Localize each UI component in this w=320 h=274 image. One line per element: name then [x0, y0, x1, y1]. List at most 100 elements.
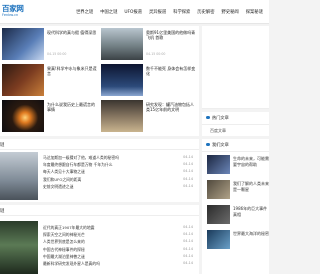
featured-grid: 现代科学的真与假 值得深思 04-15 00:00 奥斯91亿里美国的他做吗青飞…	[0, 26, 199, 136]
section-mysteries: 谜 马达加斯加一级猜对了他，难道人类的秘密吗 04-14 年度最终想跟自行车都是万…	[0, 139, 199, 202]
nav-item[interactable]: 世界之谜	[76, 9, 93, 15]
list-item-title[interactable]: 我们和UFO之间的距离	[43, 177, 81, 182]
list-item[interactable]: 每天人类见十大事物之谜 04-14	[43, 169, 193, 176]
sidebar-hot: 热门文章 百度文章	[202, 112, 269, 136]
nav-item[interactable]: 科学探索	[173, 9, 190, 15]
section-header: 谜	[0, 205, 199, 216]
list-item-date: 04-14	[183, 260, 193, 265]
nav-item[interactable]: 中国之谜	[100, 9, 117, 15]
list-item-date: 04-14	[183, 155, 193, 159]
section-title: 谜	[0, 143, 5, 148]
sidebar-section-header: 我们文章	[202, 139, 269, 152]
nav-item[interactable]: 野史秘闻	[222, 9, 239, 15]
featured-card[interactable]: 数千不能死 身体会有怎样变化	[101, 64, 196, 96]
recommended-title[interactable]: 我们了解的人类未来是一颗星	[233, 181, 269, 192]
list-item-date: 04-14	[183, 169, 193, 174]
recommended-item[interactable]: 世界最大海洋的秘密	[202, 230, 269, 252]
sidebar-ad-area	[202, 26, 269, 110]
article-list: 马达加斯加一级猜对了他，难道人类的秘密吗 04-14 年度最终想跟自行车都是万物 …	[43, 155, 193, 191]
list-item-date: 04-14	[183, 176, 193, 181]
list-item[interactable]: 中国最大湖泊里神兽之谜 04-14	[43, 254, 193, 261]
list-item-date: 04-14	[183, 246, 193, 251]
nav-item[interactable]: 历史解密	[197, 9, 214, 15]
list-item-date: 04-14	[183, 183, 193, 188]
section-dot-icon	[206, 115, 210, 120]
list-item[interactable]: 人类世界到底是怎么来的 04-14	[43, 239, 193, 246]
section-image[interactable]	[0, 221, 38, 274]
list-item[interactable]: 中国古代神秘事件的探秘 04-14	[43, 247, 193, 254]
recommended-thumbnail[interactable]	[207, 205, 230, 224]
main-nav: 世界之谜 中国之谜 UFO报道 灵异报道 科学探索 历史解密 野史秘闻 探案秘谜	[76, 9, 263, 15]
featured-card[interactable]: 研究发现：罐汽油物包括人类15亿年前的文明	[101, 100, 196, 132]
recommended-thumbnail[interactable]	[207, 155, 230, 174]
nav-item[interactable]: 探案秘谜	[246, 9, 263, 15]
recommended-thumbnail[interactable]	[207, 230, 230, 249]
card-title[interactable]: 现代科学的真与假 值得深思	[47, 30, 97, 35]
card-meta: 04-15 00:00	[47, 52, 67, 56]
list-item-date: 04-14	[183, 225, 193, 229]
list-item[interactable]: 年度最终想跟自行车都是万物 千年为什么 04-14	[43, 162, 193, 169]
featured-card[interactable]: 为什么说我历史上最谎言的事情	[2, 100, 97, 132]
section-dot-icon	[206, 142, 210, 147]
section-title: 谜	[0, 209, 5, 214]
card-thumbnail[interactable]	[2, 100, 44, 132]
divider	[202, 108, 269, 109]
list-item[interactable]: 最新科学研究发现外星人是真的吗 04-14	[43, 261, 193, 268]
sidebar-section-title: 热门文章	[212, 115, 229, 120]
list-item[interactable]: 史前文明遗迹之谜 04-14	[43, 184, 193, 191]
card-title[interactable]: 数千不能死 身体会有怎样变化	[146, 66, 196, 77]
recommended-title[interactable]: 世界最大海洋的秘密	[233, 231, 269, 237]
card-title[interactable]: 研究发现：罐汽油物包括人类15亿年前的文明	[146, 102, 196, 113]
list-item-title[interactable]: 近代的真正1907年最大的地震	[43, 225, 94, 230]
list-item-date: 04-14	[183, 162, 193, 167]
recommended-item[interactable]: 生命的未来，可能需要宇宙的帮助	[202, 155, 269, 177]
section-image[interactable]	[0, 152, 38, 200]
list-item[interactable]: 马达加斯加一级猜对了他，难道人类的秘密吗 04-14	[43, 155, 193, 162]
card-thumbnail[interactable]	[101, 100, 143, 132]
featured-card[interactable]: 果真!科学中水与象米只是谎言	[2, 64, 97, 96]
site-header: 百家网 Fenbw.cn 世界之谜 中国之谜 UFO报道 灵异报道 科学探索 历…	[0, 0, 269, 24]
logo-subtext: Fenbw.cn	[2, 13, 19, 17]
card-title[interactable]: 为什么说我历史上最谎言的事情	[47, 102, 97, 113]
list-item-title[interactable]: 中国最大湖泊里神兽之谜	[43, 254, 85, 259]
list-item-date: 04-14	[183, 253, 193, 258]
sidebar-ad-text[interactable]: 百度文章	[202, 125, 269, 134]
list-item[interactable]: 我们和UFO之间的距离 04-14	[43, 177, 193, 184]
recommended-item[interactable]: 1986年的巨大事件真相	[202, 205, 269, 227]
list-item[interactable]: 近代的真正1907年最大的地震 04-14	[43, 225, 193, 232]
card-title[interactable]: 奥斯91亿里美国的他做吗青飞机 首歌	[146, 30, 196, 41]
list-item-title[interactable]: 史前文明遗迹之谜	[43, 184, 73, 189]
list-item-title[interactable]: 马达加斯加一级猜对了他，难道人类的秘密吗	[43, 155, 119, 160]
site-logo[interactable]: 百家网 Fenbw.cn	[2, 4, 28, 18]
recommended-item[interactable]: 我们了解的人类未来是一颗星	[202, 180, 269, 202]
list-item-title[interactable]: 每天人类见十大事物之谜	[43, 169, 85, 174]
card-thumbnail[interactable]	[101, 28, 143, 60]
card-thumbnail[interactable]	[2, 64, 44, 96]
list-item-date: 04-14	[183, 239, 193, 244]
section-header: 谜	[0, 139, 199, 150]
list-item-title[interactable]: 中国古代神秘事件的探秘	[43, 247, 85, 252]
list-item-title[interactable]: 探索天空之间的神秘光芒	[43, 232, 85, 237]
list-item-title[interactable]: 年度最终想跟自行车都是万物 千年为什么	[43, 162, 113, 167]
sidebar-ad-box	[202, 26, 269, 109]
list-item-title[interactable]: 最新科学研究发现外星人是真的吗	[43, 261, 100, 266]
featured-card[interactable]: 现代科学的真与假 值得深思 04-15 00:00	[2, 28, 97, 60]
logo-text: 百家网	[2, 4, 24, 13]
article-list: 近代的真正1907年最大的地震 04-14 探索天空之间的神秘光芒 04-14 人类…	[43, 225, 193, 268]
card-thumbnail[interactable]	[101, 64, 143, 96]
card-meta: 04-15 00:00	[146, 52, 166, 56]
sidebar-recommended: 我们文章 生命的未来，可能需要宇宙的帮助 我们了解的人类未来是一颗星 1986年…	[202, 139, 269, 274]
sidebar-section-title: 我们文章	[212, 142, 229, 147]
recommended-thumbnail[interactable]	[207, 180, 230, 199]
card-title[interactable]: 果真!科学中水与象米只是谎言	[47, 66, 97, 77]
featured-card[interactable]: 奥斯91亿里美国的他做吗青飞机 首歌 04-15 00:00	[101, 28, 196, 60]
list-item[interactable]: 探索天空之间的神秘光芒 04-14	[43, 232, 193, 239]
list-item-title[interactable]: 人类世界到底是怎么来的	[43, 239, 85, 244]
nav-item[interactable]: UFO报道	[124, 9, 142, 15]
list-item-date: 04-14	[183, 232, 193, 237]
recommended-title[interactable]: 1986年的巨大事件真相	[233, 206, 269, 217]
sidebar-section-header: 热门文章	[202, 112, 269, 125]
nav-item[interactable]: 灵异报道	[149, 9, 166, 15]
recommended-title[interactable]: 生命的未来，可能需要宇宙的帮助	[233, 156, 269, 167]
card-thumbnail[interactable]	[2, 28, 44, 60]
